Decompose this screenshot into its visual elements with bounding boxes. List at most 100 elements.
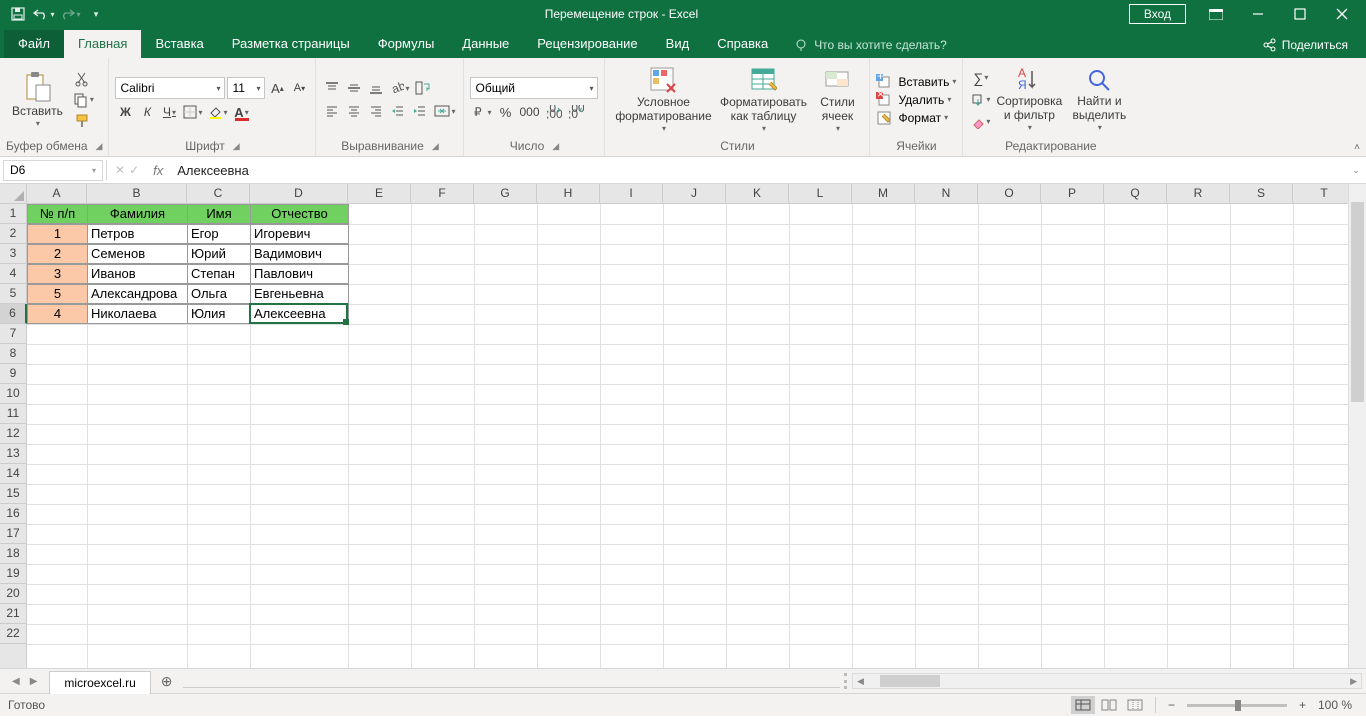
sort-filter-button[interactable]: АЯ Сортировка и фильтр▾ xyxy=(994,65,1064,134)
row-header[interactable]: 6 xyxy=(0,304,27,324)
cell[interactable]: № п/п xyxy=(27,204,88,224)
row-header[interactable]: 4 xyxy=(0,264,26,284)
cell[interactable]: Петров xyxy=(87,224,188,244)
cell[interactable]: Игоревич xyxy=(250,224,349,244)
redo-icon[interactable]: ▾ xyxy=(58,3,82,25)
page-layout-view-icon[interactable] xyxy=(1097,696,1121,714)
cell[interactable]: 5 xyxy=(27,284,88,304)
column-header[interactable]: A xyxy=(27,184,87,203)
zoom-in-icon[interactable]: + xyxy=(1295,698,1310,712)
column-header[interactable]: N xyxy=(915,184,978,203)
vscroll-thumb[interactable] xyxy=(1351,202,1364,402)
row-header[interactable]: 1 xyxy=(0,204,26,224)
merge-cells-icon[interactable]: ▾ xyxy=(432,101,457,121)
align-right-icon[interactable] xyxy=(366,101,386,121)
tab-home[interactable]: Главная xyxy=(64,30,141,58)
cell[interactable]: Алексеевна xyxy=(250,304,349,324)
clipboard-launcher-icon[interactable]: ◢ xyxy=(96,141,103,152)
cell[interactable]: Юлия xyxy=(187,304,251,324)
column-header[interactable]: H xyxy=(537,184,600,203)
cell[interactable]: Егор xyxy=(187,224,251,244)
number-launcher-icon[interactable]: ◢ xyxy=(552,141,559,152)
row-header[interactable]: 18 xyxy=(0,544,26,564)
cell[interactable]: Евгеньевна xyxy=(250,284,349,304)
column-header[interactable]: B xyxy=(87,184,187,203)
cell[interactable]: 3 xyxy=(27,264,88,284)
sheet-tab[interactable]: microexcel.ru xyxy=(49,671,150,694)
tell-me-search[interactable]: Что вы хотите сделать? xyxy=(782,32,959,58)
column-header[interactable]: C xyxy=(187,184,250,203)
formula-input[interactable]: Алексеевна xyxy=(169,163,1346,178)
column-header[interactable]: F xyxy=(411,184,474,203)
row-header[interactable]: 8 xyxy=(0,344,26,364)
format-as-table-button[interactable]: Форматировать как таблицу▾ xyxy=(717,64,809,135)
cancel-formula-icon[interactable]: ✕ xyxy=(115,163,125,177)
increase-indent-icon[interactable] xyxy=(410,101,430,121)
normal-view-icon[interactable] xyxy=(1071,696,1095,714)
font-size-combo[interactable]: 11▾ xyxy=(227,77,265,99)
align-middle-icon[interactable] xyxy=(344,78,364,98)
number-format-combo[interactable]: Общий▾ xyxy=(470,77,598,99)
align-left-icon[interactable] xyxy=(322,101,342,121)
tab-data[interactable]: Данные xyxy=(448,30,523,58)
cell-styles-button[interactable]: Стили ячеек▾ xyxy=(811,64,863,135)
cell[interactable]: Отчество xyxy=(250,204,349,224)
name-box[interactable]: D6▾ xyxy=(3,160,103,181)
cell[interactable]: Вадимович xyxy=(250,244,349,264)
row-header[interactable]: 17 xyxy=(0,524,26,544)
fill-color-icon[interactable]: ▾ xyxy=(206,102,229,122)
delete-cells-button[interactable]: ×Удалить▾ xyxy=(876,92,956,108)
column-header[interactable]: P xyxy=(1041,184,1104,203)
hscroll-thumb[interactable] xyxy=(880,675,940,687)
row-header[interactable]: 20 xyxy=(0,584,26,604)
column-header[interactable]: L xyxy=(789,184,852,203)
row-header[interactable]: 16 xyxy=(0,504,26,524)
row-header[interactable]: 15 xyxy=(0,484,26,504)
zoom-out-icon[interactable]: − xyxy=(1164,698,1179,712)
vertical-scrollbar[interactable] xyxy=(1348,184,1366,668)
increase-font-icon[interactable]: A▴ xyxy=(267,78,287,98)
bold-button[interactable]: Ж xyxy=(115,102,135,122)
cell[interactable]: Фамилия xyxy=(87,204,188,224)
paste-button[interactable]: Вставить▾ xyxy=(6,69,69,130)
tab-formulas[interactable]: Формулы xyxy=(364,30,449,58)
expand-formula-bar-icon[interactable]: ⌄ xyxy=(1346,165,1366,176)
row-header[interactable]: 21 xyxy=(0,604,26,624)
decrease-font-icon[interactable]: A▾ xyxy=(289,78,309,98)
column-header[interactable]: O xyxy=(978,184,1041,203)
increase-decimal-icon[interactable]: ,0,00 xyxy=(544,102,564,122)
hscroll-right-icon[interactable]: ▶ xyxy=(1346,676,1361,687)
row-header[interactable]: 22 xyxy=(0,624,26,644)
cell[interactable]: 1 xyxy=(27,224,88,244)
underline-button[interactable]: Ч▾ xyxy=(159,102,179,122)
orientation-icon[interactable]: ab▾ xyxy=(388,78,411,98)
comma-format-icon[interactable]: 000 xyxy=(518,102,542,122)
sheet-nav-prev-icon[interactable]: ◀ xyxy=(8,674,24,689)
cells-area[interactable]: № п/пФамилияИмяОтчество 1ПетровЕгорИгорев… xyxy=(27,204,1348,668)
add-sheet-icon[interactable]: ⊕ xyxy=(151,669,183,694)
cell[interactable]: Семенов xyxy=(87,244,188,264)
row-header[interactable]: 13 xyxy=(0,444,26,464)
column-header[interactable]: K xyxy=(726,184,789,203)
tab-view[interactable]: Вид xyxy=(652,30,704,58)
column-header[interactable]: I xyxy=(600,184,663,203)
fill-icon[interactable]: ▾ xyxy=(969,90,992,110)
save-icon[interactable] xyxy=(6,3,30,25)
cell[interactable]: Имя xyxy=(187,204,251,224)
undo-icon[interactable]: ▾ xyxy=(32,3,56,25)
format-cells-button[interactable]: Формат▾ xyxy=(876,110,956,126)
column-header[interactable]: S xyxy=(1230,184,1293,203)
cell[interactable]: Юрий xyxy=(187,244,251,264)
row-header[interactable]: 19 xyxy=(0,564,26,584)
borders-icon[interactable]: ▾ xyxy=(181,102,204,122)
signin-button[interactable]: Вход xyxy=(1129,4,1186,24)
hscroll-left-icon[interactable]: ◀ xyxy=(853,676,868,687)
row-header[interactable]: 14 xyxy=(0,464,26,484)
horizontal-scrollbar[interactable]: ◀ ▶ xyxy=(852,673,1362,689)
cell[interactable]: Иванов xyxy=(87,264,188,284)
column-header[interactable]: G xyxy=(474,184,537,203)
copy-icon[interactable]: ▾ xyxy=(71,90,96,110)
tab-review[interactable]: Рецензирование xyxy=(523,30,651,58)
row-header[interactable]: 11 xyxy=(0,404,26,424)
align-center-icon[interactable] xyxy=(344,101,364,121)
